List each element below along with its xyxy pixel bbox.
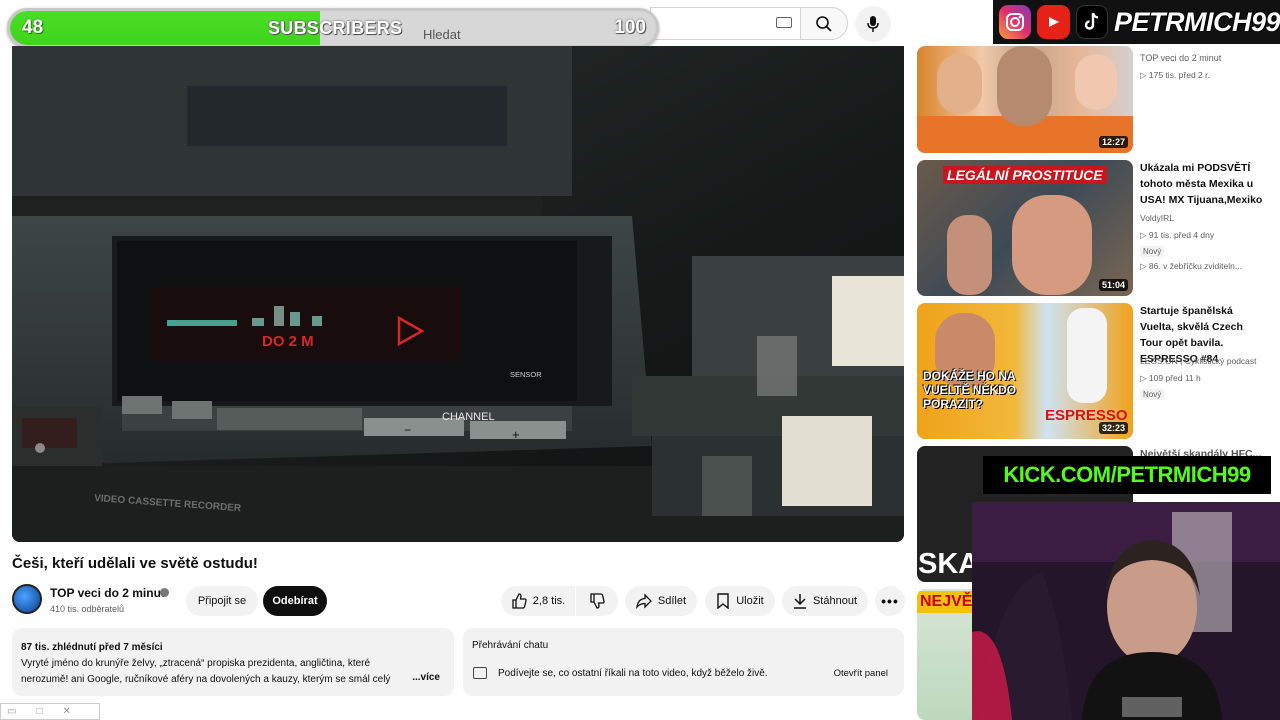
share-button[interactable]: Sdílet — [625, 586, 697, 616]
verified-icon — [160, 588, 169, 597]
window-controls: ▭ □ ✕ — [0, 703, 100, 720]
video-duration: 51:04 — [1098, 279, 1128, 291]
description-more-link[interactable]: ...více — [412, 670, 440, 686]
social-banner: PETRMICH99 — [993, 0, 1280, 44]
download-label: Stáhnout — [812, 595, 858, 607]
more-icon: ••• — [881, 593, 899, 609]
restore-icon[interactable]: ▭ — [7, 706, 16, 717]
description-text: Vyryté jméno do krunýře želvy, „ztracená… — [21, 658, 391, 685]
vcr-channel-label: CHANNEL — [442, 411, 495, 423]
video-description[interactable]: 87 tis. zhlédnutí před 7 měsíci Vyryté j… — [12, 628, 454, 696]
vcr-display-text: DO 2 M — [262, 333, 314, 350]
share-icon — [636, 593, 652, 609]
vcr-plus-label: + — [512, 427, 520, 442]
instagram-icon — [999, 5, 1032, 39]
social-handle: PETRMICH99 — [1113, 6, 1280, 37]
tiktok-icon — [1075, 5, 1108, 39]
recommendation-item[interactable]: LEGÁLNÍ PROSTITUCE 51:04 Ukázala mi PODS… — [917, 160, 1280, 298]
search-icon — [816, 15, 832, 32]
subscribe-label: Odebírat — [272, 595, 318, 607]
subscribe-button[interactable]: Odebírat — [263, 586, 327, 616]
subscriber-label: SUBSCRIBERS — [268, 18, 403, 38]
join-label: Připojit se — [197, 595, 247, 607]
share-label: Sdílet — [657, 595, 687, 607]
microphone-icon — [867, 16, 879, 32]
save-button[interactable]: Uložit — [705, 586, 775, 616]
chat-replay-text: Podívejte se, co ostatní říkali na toto … — [498, 668, 768, 679]
keyboard-icon[interactable] — [776, 17, 792, 28]
open-chat-button[interactable]: Otevřít panel — [828, 664, 894, 683]
kick-banner: KICK.COM/PETRMICH99 — [983, 456, 1271, 494]
join-button[interactable]: Připojit se — [186, 586, 258, 616]
video-duration: 32:23 — [1098, 422, 1128, 434]
vcr-sensor-label: SENSOR — [510, 370, 542, 379]
description-stats: 87 tis. zhlédnutí před 7 měsíci — [21, 642, 163, 653]
new-badge: Nový — [1140, 389, 1165, 400]
thumbs-down-icon — [590, 593, 605, 609]
channel-avatar[interactable] — [12, 584, 42, 614]
channel-name[interactable]: TOP veci do 2 minut — [50, 586, 165, 600]
maximize-icon[interactable]: □ — [36, 706, 42, 717]
webcam-overlay — [972, 502, 1280, 720]
vcr-minus-label: − — [404, 423, 411, 437]
video-player[interactable]: DO 2 M CHANNEL SENSOR − + VIDEO CASSETTE… — [12, 46, 904, 542]
recommendation-channel: LEGS:ON | Cyklistický podcast — [1140, 356, 1257, 366]
recommendation-thumbnail[interactable]: LEGÁLNÍ PROSTITUCE 51:04 — [917, 160, 1133, 296]
subscriber-goal: 100 — [614, 17, 646, 38]
video-duration: 12:27 — [1098, 136, 1128, 148]
recommendation-item[interactable]: 12:27 TOP veci do 2 minut ▷ 175 tis. pře… — [917, 46, 1280, 156]
voice-search-button[interactable] — [855, 6, 891, 42]
channel-subscriber-count: 410 tis. odběratelů — [50, 604, 125, 614]
like-button[interactable]: 2,8 tis. — [501, 586, 575, 616]
download-icon — [793, 594, 806, 609]
recommendation-meta: ▷ 109 před 11 h — [1140, 373, 1201, 383]
video-frame: DO 2 M CHANNEL SENSOR − + VIDEO CASSETTE… — [12, 46, 904, 542]
search-button[interactable] — [800, 7, 848, 40]
webcam-feed — [972, 502, 1280, 720]
recommendation-thumbnail[interactable]: DOKÁŽE HO NA VUELTĚ NĚKDO PORAZIT? ESPRE… — [917, 303, 1133, 439]
bookmark-icon — [717, 593, 729, 609]
search-placeholder: Hledat — [423, 27, 461, 42]
youtube-icon — [1037, 5, 1070, 39]
save-label: Uložit — [736, 595, 764, 607]
chat-icon — [473, 667, 487, 679]
recommendation-channel: VoldyIRL — [1140, 213, 1175, 223]
subscriber-goal-bar: 48 SUBSCRIBERS Hledat 100 — [7, 8, 659, 48]
recommendation-thumbnail[interactable]: 12:27 — [917, 46, 1133, 153]
recommendation-trending: ▷ 86. v žebříčku zviditeln... — [1140, 261, 1242, 271]
new-badge: Nový — [1140, 246, 1165, 257]
recommendation-channel: TOP veci do 2 minut — [1140, 53, 1222, 63]
thumbnail-text: LEGÁLNÍ PROSTITUCE — [943, 166, 1107, 184]
chat-replay-title: Přehrávání chatu — [472, 640, 549, 651]
subscriber-count: 48 — [22, 17, 44, 38]
recommendation-meta: ▷ 91 tis. před 4 dny — [1140, 230, 1215, 240]
thumbnail-text: SKA — [918, 548, 980, 580]
thumbs-up-icon — [512, 593, 527, 609]
recommendation-item[interactable]: DOKÁŽE HO NA VUELTĚ NĚKDO PORAZIT? ESPRE… — [917, 303, 1280, 441]
more-actions-button[interactable]: ••• — [875, 586, 905, 616]
like-count: 2,8 tis. — [532, 595, 566, 607]
recommendation-meta: ▷ 175 tis. před 2 r. — [1140, 70, 1210, 80]
dislike-button[interactable] — [576, 586, 618, 616]
close-icon[interactable]: ✕ — [63, 706, 71, 717]
thumbnail-text: DOKÁŽE HO NA VUELTĚ NĚKDO PORAZIT? — [923, 369, 1017, 411]
video-title: Češi, kteří udělali ve světě ostudu! — [12, 555, 258, 572]
chat-replay-panel: Přehrávání chatu Podívejte se, co ostatn… — [463, 628, 904, 696]
download-button[interactable]: Stáhnout — [782, 586, 868, 616]
recommendation-title[interactable]: Ukázala mi PODSVĚTÍ tohoto města Mexika … — [1140, 160, 1264, 208]
